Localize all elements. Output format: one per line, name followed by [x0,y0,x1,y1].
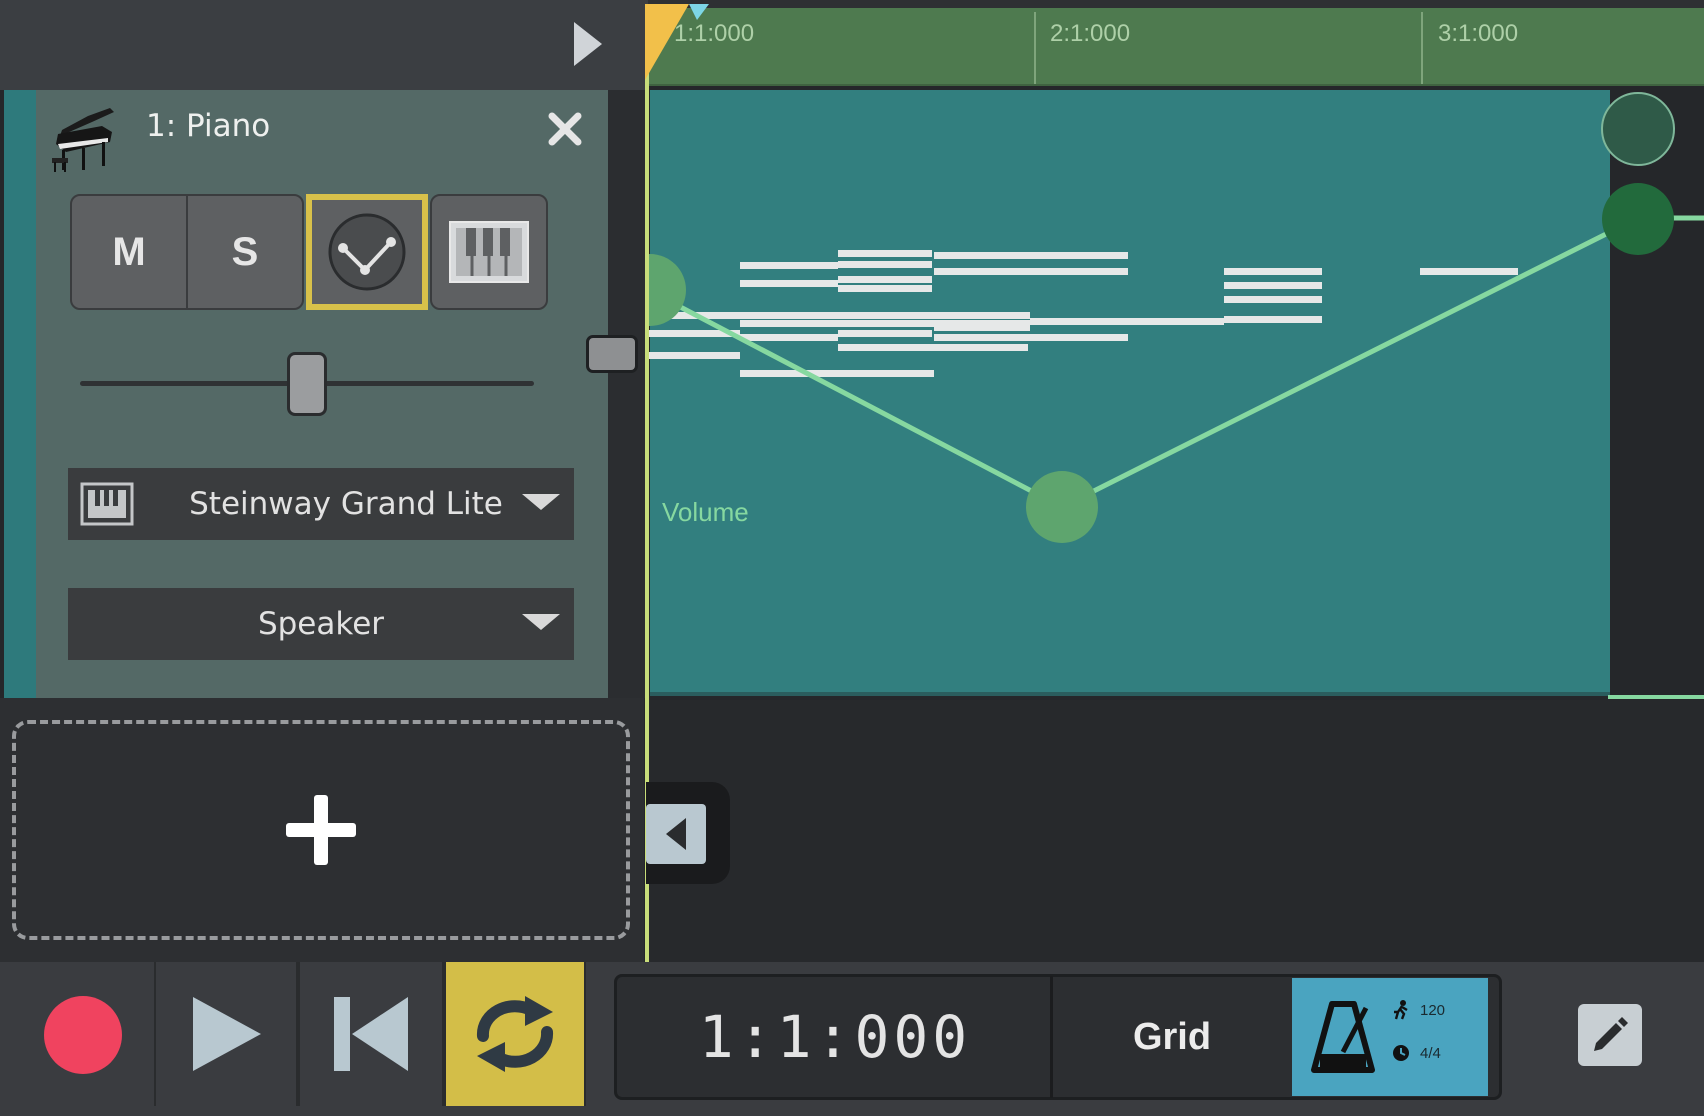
grid-button[interactable]: Grid [1054,978,1290,1096]
display-divider [1050,976,1053,1098]
piano-keys-icon [449,221,529,283]
timeline-ruler[interactable]: 1:1:000 2:1:000 3:1:000 [648,8,1704,86]
ruler-tick [1034,12,1036,84]
close-icon[interactable] [546,110,584,148]
record-button[interactable] [44,996,122,1074]
metronome-button[interactable]: 120 4/4 [1292,978,1488,1096]
piano-roll-button[interactable] [430,194,548,310]
dropdown-arrow-icon [522,494,560,510]
tempo-row: 120 [1392,1000,1445,1020]
running-figure-icon [1394,1000,1408,1020]
time-signature-row: 4/4 [1392,1044,1441,1062]
panel-resize-handle[interactable] [586,335,638,373]
ruler-tick [1421,12,1423,84]
ruler-label-bar-3: 3:1:000 [1438,20,1519,47]
automation-point[interactable] [1026,471,1098,543]
edit-button[interactable] [1578,1004,1642,1066]
tempo-value: 120 [1420,1001,1446,1019]
track-header-bar [0,0,648,90]
plus-icon [286,795,356,865]
metronome-icon [1311,1001,1375,1073]
expand-right-icon[interactable] [570,20,606,68]
ruler-top-edge [648,0,1704,8]
empty-track-lane [648,700,1704,962]
pencil-icon [1594,1017,1628,1051]
output-select[interactable]: Speaker [68,588,574,660]
dropdown-arrow-icon [522,614,560,630]
loop-button[interactable] [444,962,586,1106]
automation-label: Volume [662,497,749,527]
play-icon [193,997,261,1071]
solo-button[interactable]: S [186,194,304,310]
output-value: Speaker [257,606,385,642]
volume-slider-thumb[interactable] [287,352,327,416]
collapse-button[interactable] [646,804,706,864]
automation-point-ghost[interactable] [1601,92,1675,166]
mute-button[interactable]: M [70,194,188,310]
position-display[interactable]: 1:1:000 [620,978,1050,1096]
play-button[interactable] [154,962,298,1106]
volume-automation-line [648,215,1704,510]
loop-icon [476,996,554,1072]
track-name[interactable]: 1: Piano [146,108,270,144]
automation-curve-icon [328,213,406,291]
instrument-select[interactable]: Steinway Grand Lite [68,468,574,540]
automation-button[interactable] [306,194,428,310]
track-color-strip [4,90,36,698]
add-track-button[interactable] [12,720,630,940]
grand-piano-icon [52,108,114,172]
automation-point[interactable] [1602,183,1674,255]
track-panel-edge [608,90,648,698]
instrument-value: Steinway Grand Lite [189,486,503,522]
clip-contents: Volume [648,92,1704,699]
chevron-left-icon [666,818,686,850]
ruler-label-bar-2: 2:1:000 [1050,20,1131,47]
time-signature-value: 4/4 [1420,1044,1441,1062]
rewind-button[interactable] [298,962,444,1106]
clock-icon [1393,1045,1409,1061]
loop-start-marker[interactable] [645,2,715,82]
skip-back-icon [334,997,408,1071]
